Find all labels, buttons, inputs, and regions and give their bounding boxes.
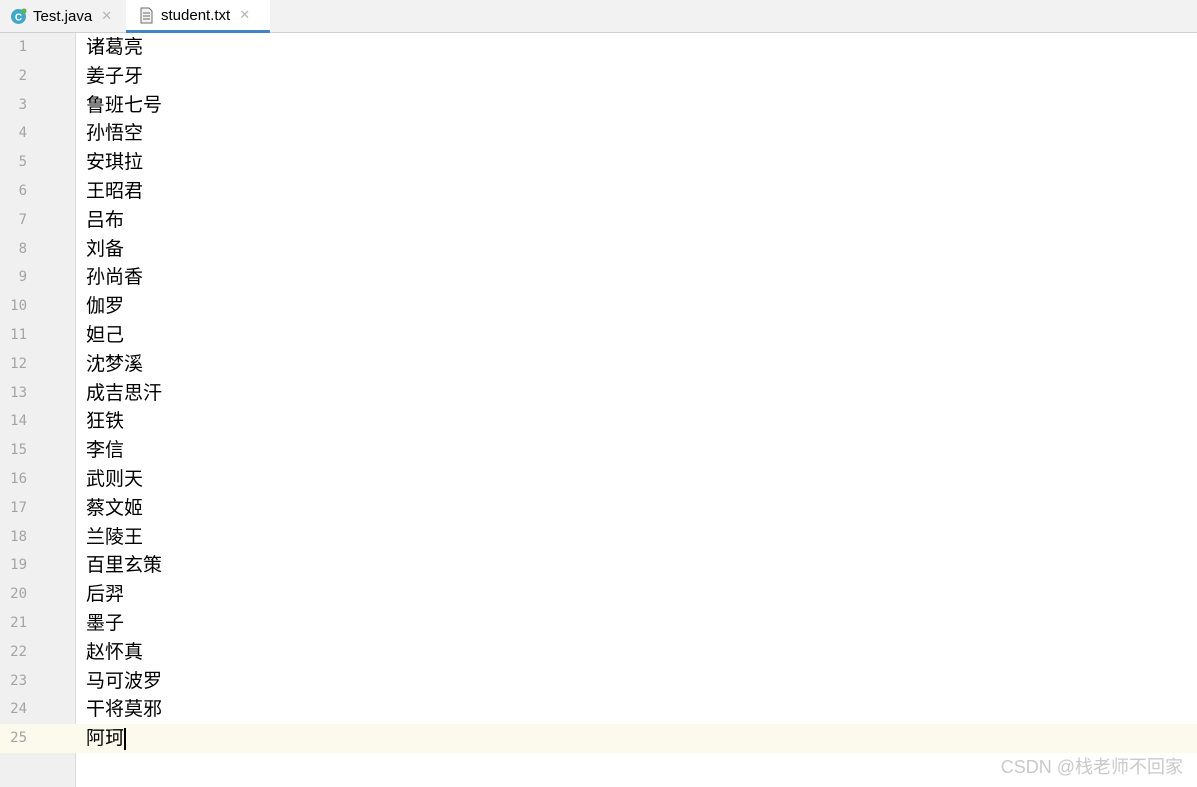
line-number: 14: [10, 413, 27, 430]
line-number: 10: [10, 298, 27, 315]
line-number: 24: [10, 701, 27, 718]
editor-line[interactable]: 后羿: [86, 580, 124, 609]
line-number: 25: [10, 730, 27, 747]
editor-line[interactable]: 李信: [86, 436, 124, 465]
tab-label: Test.java: [33, 8, 93, 25]
editor-line[interactable]: 鲁班七号: [86, 91, 162, 120]
line-number: 12: [10, 355, 27, 372]
line-number: 11: [10, 327, 27, 343]
current-line-highlight: [76, 724, 1197, 754]
tab-student-txt[interactable]: student.txt ✕: [126, 0, 270, 34]
text-editor-area[interactable]: [76, 33, 1197, 787]
editor-line[interactable]: 蔡文姬: [86, 494, 143, 523]
close-icon[interactable]: ✕: [239, 9, 250, 22]
line-number: 15: [10, 442, 27, 459]
editor-line[interactable]: 刘备: [86, 235, 124, 264]
editor-line[interactable]: 成吉思汗: [86, 379, 162, 408]
text-file-icon: [138, 7, 155, 24]
line-number: 5: [18, 154, 27, 171]
line-number: 1: [18, 39, 27, 55]
line-number: 20: [10, 586, 27, 603]
editor-line[interactable]: 阿珂: [86, 724, 127, 753]
editor-line[interactable]: 姜子牙: [86, 62, 143, 91]
editor-line[interactable]: 吕布: [86, 206, 124, 235]
editor-line[interactable]: 沈梦溪: [86, 350, 143, 379]
line-number: 6: [18, 183, 27, 199]
line-number: 8: [18, 240, 27, 257]
line-number: 3: [18, 96, 27, 113]
line-number: 19: [10, 557, 27, 574]
editor-line[interactable]: 兰陵王: [86, 523, 143, 552]
line-number: 23: [10, 672, 27, 689]
editor-line[interactable]: 赵怀真: [86, 638, 143, 667]
close-icon[interactable]: ✕: [101, 10, 112, 23]
editor-line[interactable]: 百里玄策: [86, 551, 162, 580]
editor-line[interactable]: 干将莫邪: [86, 695, 162, 724]
line-number: 4: [18, 125, 27, 142]
line-number: 2: [18, 67, 27, 84]
tab-test-java[interactable]: C Test.java ✕: [10, 0, 126, 33]
line-number: 18: [10, 528, 27, 545]
editor-line[interactable]: 墨子: [86, 609, 124, 638]
editor-line[interactable]: 狂铁: [86, 407, 124, 436]
editor-line[interactable]: 马可波罗: [86, 667, 162, 696]
watermark: CSDN @栈老师不回家: [1000, 757, 1183, 777]
editor-line[interactable]: 武则天: [86, 465, 143, 494]
editor-line[interactable]: 孙悟空: [86, 119, 143, 148]
editor-line[interactable]: 孙尚香: [86, 263, 143, 292]
java-class-icon: C: [10, 8, 27, 25]
line-number: 16: [10, 471, 27, 487]
svg-text:C: C: [15, 13, 22, 24]
editor-line[interactable]: 安琪拉: [86, 148, 143, 177]
line-number: 21: [10, 615, 27, 631]
editor-line[interactable]: 伽罗: [86, 292, 124, 321]
line-number: 17: [10, 499, 27, 516]
line-number: 7: [18, 211, 27, 228]
line-number: 9: [18, 269, 27, 286]
tab-label: student.txt: [161, 6, 231, 24]
editor-tab-bar: C Test.java ✕ student.txt ✕: [0, 0, 1197, 34]
text-cursor: [124, 728, 127, 751]
editor-line[interactable]: 王昭君: [86, 177, 143, 206]
editor-line[interactable]: 诸葛亮: [86, 33, 143, 62]
line-number: 22: [10, 643, 27, 660]
line-number: 13: [10, 384, 27, 401]
editor-line[interactable]: 妲己: [86, 321, 124, 350]
